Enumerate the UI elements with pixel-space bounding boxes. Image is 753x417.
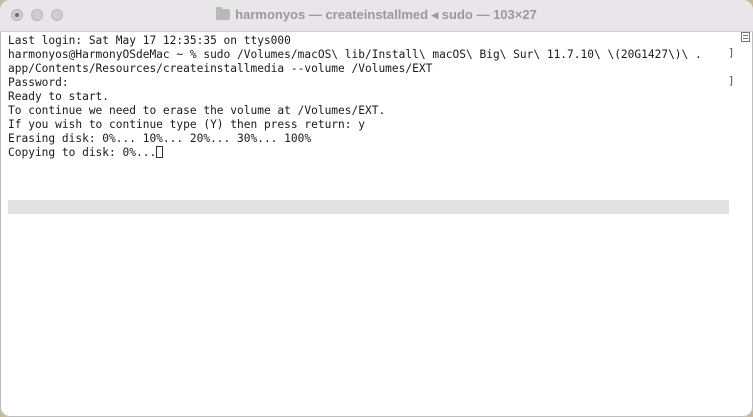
folder-icon xyxy=(216,7,231,20)
terminal-output[interactable]: Last login: Sat May 17 12:35:35 on ttys0… xyxy=(0,32,740,417)
terminal-line: Password: xyxy=(8,76,69,89)
terminal-window: harmonyos — createinstallmed ◂ sudo — 10… xyxy=(0,0,753,417)
terminal-line: Erasing disk: 0%... 10%... 20%... 30%...… xyxy=(8,132,312,145)
selection-highlight xyxy=(8,200,729,214)
text-cursor xyxy=(156,146,164,158)
terminal-line: To continue we need to erase the volume … xyxy=(8,104,386,117)
window-title-text: harmonyos — createinstallmed ◂ sudo — 10… xyxy=(235,7,537,22)
terminal-line: harmonyos@HarmonyOSdeMac ~ % sudo /Volum… xyxy=(8,48,702,61)
window-title: harmonyos — createinstallmed ◂ sudo — 10… xyxy=(0,7,753,23)
terminal-line: Ready to start. xyxy=(8,90,110,103)
line-marker-icon: ] xyxy=(728,74,735,87)
terminal-line: Last login: Sat May 17 12:35:35 on ttys0… xyxy=(8,34,291,47)
terminal-line: If you wish to continue type (Y) then pr… xyxy=(8,118,365,131)
terminal-line-text: Copying to disk: 0%... xyxy=(8,146,157,159)
title-bar[interactable]: harmonyos — createinstallmed ◂ sudo — 10… xyxy=(0,0,753,32)
line-marker-icon: ] xyxy=(728,46,735,59)
terminal-line-current: Copying to disk: 0%... xyxy=(8,146,164,160)
scroll-marks-icon[interactable] xyxy=(741,32,750,42)
terminal-line: app/Contents/Resources/createinstallmedi… xyxy=(8,62,433,75)
